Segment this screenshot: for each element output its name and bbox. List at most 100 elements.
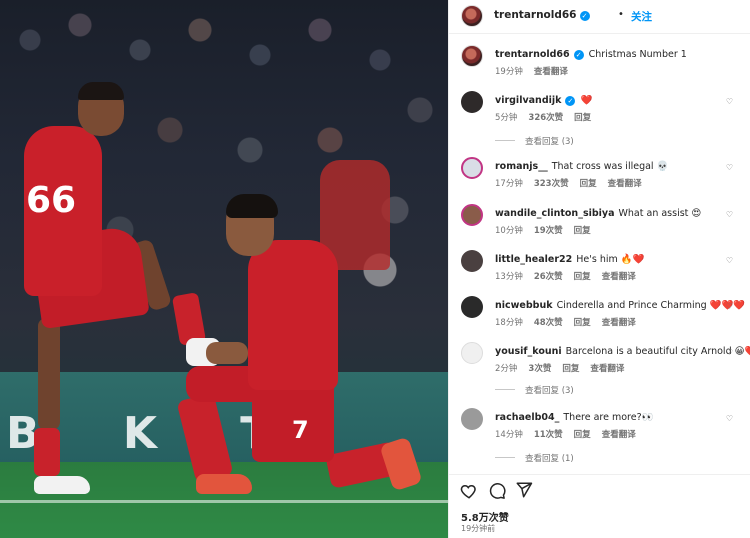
- player1-hair: [78, 82, 124, 100]
- comment-time: 5分钟: [495, 113, 518, 123]
- comment-reply-button[interactable]: 回复: [574, 226, 591, 236]
- comment-line: rachaelb04_ There are more?👀: [495, 412, 745, 423]
- comment-translate-link[interactable]: 查看翻译: [602, 430, 636, 440]
- comment-like-icon[interactable]: ♡: [726, 97, 733, 106]
- comment-likes[interactable]: 19次赞: [534, 226, 563, 236]
- player1-number: 66: [26, 180, 77, 221]
- comment-line: yousif_kouni Barcelona is a beautiful cit…: [495, 346, 750, 357]
- verified-badge-icon: ✓: [573, 50, 584, 60]
- comment-avatar[interactable]: [461, 342, 483, 364]
- comment-username[interactable]: yousif_kouni: [495, 346, 562, 357]
- comment-meta: 13分钟 26次赞 回复 查看翻译: [495, 270, 647, 282]
- comment-translate-link[interactable]: 查看翻译: [590, 364, 624, 374]
- comment-translate-link[interactable]: 查看翻译: [608, 179, 642, 189]
- comment-like-icon[interactable]: ♡: [726, 256, 733, 265]
- view-replies-button[interactable]: 查看回复 (3): [495, 384, 574, 396]
- comment-text: He's him 🔥❤️: [576, 254, 645, 265]
- pitch-line: [0, 500, 448, 503]
- player2-front-boot: [196, 474, 252, 494]
- heart-icon[interactable]: [460, 482, 478, 500]
- caption-meta: 19分钟 查看翻译: [495, 65, 579, 77]
- comment-icon[interactable]: [488, 482, 506, 500]
- comment-avatar[interactable]: [461, 250, 483, 272]
- player1-boot: [34, 476, 90, 494]
- comment-time: 17分钟: [495, 179, 523, 189]
- comment-time: 10分钟: [495, 226, 523, 236]
- comment-text: That cross was illegal 💀: [551, 161, 669, 172]
- comment-username[interactable]: nicwebbuk: [495, 300, 553, 311]
- comment-text: There are more?👀: [563, 412, 654, 423]
- share-icon[interactable]: [515, 481, 533, 499]
- view-replies-button[interactable]: 查看回复 (1): [495, 452, 574, 464]
- player2-shirt: [248, 240, 338, 390]
- caption-avatar[interactable]: [461, 45, 483, 67]
- author-username-text[interactable]: trentarnold66: [494, 9, 577, 21]
- comment-likes[interactable]: 323次赞: [534, 179, 569, 189]
- comment-avatar[interactable]: [461, 408, 483, 430]
- comment-translate-link[interactable]: 查看翻译: [602, 318, 636, 328]
- comment-line: little_healer22 He's him 🔥❤️: [495, 254, 745, 265]
- player2-number: 7: [292, 416, 309, 444]
- comment-reply-button[interactable]: 回复: [574, 113, 591, 123]
- view-replies-label[interactable]: 查看回复 (3): [525, 386, 574, 396]
- comment-reply-button[interactable]: 回复: [574, 430, 591, 440]
- comment-translate-link[interactable]: 查看翻译: [602, 272, 636, 282]
- comment-reply-button[interactable]: 回复: [574, 318, 591, 328]
- author-username[interactable]: trentarnold66 ✓: [494, 9, 590, 21]
- likes-count[interactable]: 5.8万次赞: [461, 509, 509, 524]
- comment-likes[interactable]: 3次赞: [528, 364, 551, 374]
- comment-username[interactable]: wandile_clinton_sibiya: [495, 208, 615, 219]
- caption-translate-link[interactable]: 查看翻译: [534, 67, 568, 77]
- header-separator: •: [618, 9, 624, 20]
- comment-like-icon[interactable]: ♡: [726, 210, 733, 219]
- comment-username[interactable]: virgilvandijk: [495, 95, 561, 106]
- comment-like-icon[interactable]: ♡: [726, 302, 733, 311]
- comment-meta: 18分钟 48次赞 回复 查看翻译: [495, 316, 647, 328]
- comment-meta: 17分钟 323次赞 回复 查看翻译: [495, 177, 653, 189]
- comment-like-icon[interactable]: ♡: [726, 348, 733, 357]
- comment-line: virgilvandijk ✓ ❤️: [495, 95, 745, 106]
- comment-text: Cinderella and Prince Charming ❤️❤️❤️: [556, 300, 746, 311]
- comment-likes[interactable]: 326次赞: [528, 113, 563, 123]
- comment-like-icon[interactable]: ♡: [726, 163, 733, 172]
- comment-avatar[interactable]: [461, 296, 483, 318]
- replies-dash: [495, 389, 515, 390]
- comment-likes[interactable]: 26次赞: [534, 272, 563, 282]
- caption-time: 19分钟: [495, 67, 523, 77]
- comment-username[interactable]: rachaelb04_: [495, 412, 559, 423]
- comment-username[interactable]: romanjs__: [495, 161, 548, 172]
- comment-avatar[interactable]: [461, 91, 483, 113]
- verified-badge-icon: ✓: [565, 96, 576, 106]
- caption-username[interactable]: trentarnold66: [495, 49, 570, 60]
- author-avatar[interactable]: [461, 5, 483, 27]
- comment-time: 14分钟: [495, 430, 523, 440]
- player2-hair: [226, 194, 278, 218]
- action-bar: 5.8万次赞 19分钟前: [449, 474, 750, 538]
- comment-username[interactable]: little_healer22: [495, 254, 572, 265]
- view-replies-label[interactable]: 查看回复 (1): [525, 454, 574, 464]
- comment-avatar[interactable]: [461, 157, 483, 179]
- replies-dash: [495, 140, 515, 141]
- player1-leg: [38, 318, 60, 430]
- comment-text: Barcelona is a beautiful city Arnold 😀❤️…: [565, 346, 750, 357]
- post-timestamp: 19分钟前: [461, 524, 496, 533]
- comment-like-icon[interactable]: ♡: [726, 414, 733, 423]
- follow-button[interactable]: 关注: [631, 9, 652, 24]
- comment-text: ❤️: [580, 95, 593, 106]
- comment-meta: 2分钟 3次赞 回复 查看翻译: [495, 362, 635, 374]
- comment-reply-button[interactable]: 回复: [574, 272, 591, 282]
- comment-text: What an assist 😍: [618, 208, 702, 219]
- comment-reply-button[interactable]: 回复: [562, 364, 579, 374]
- comment-meta: 5分钟 326次赞 回复: [495, 111, 602, 123]
- comment-time: 18分钟: [495, 318, 523, 328]
- verified-badge-icon: ✓: [579, 11, 590, 21]
- comment-likes[interactable]: 48次赞: [534, 318, 563, 328]
- post-header: trentarnold66 ✓ • 关注: [449, 0, 750, 34]
- comment-likes[interactable]: 11次赞: [534, 430, 563, 440]
- post-photo[interactable]: B K T 66 7: [0, 0, 448, 538]
- comment-reply-button[interactable]: 回复: [580, 179, 597, 189]
- view-replies-label[interactable]: 查看回复 (3): [525, 137, 574, 147]
- comment-avatar[interactable]: [461, 204, 483, 226]
- caption-text: Christmas Number 1: [588, 49, 687, 60]
- view-replies-button[interactable]: 查看回复 (3): [495, 135, 574, 147]
